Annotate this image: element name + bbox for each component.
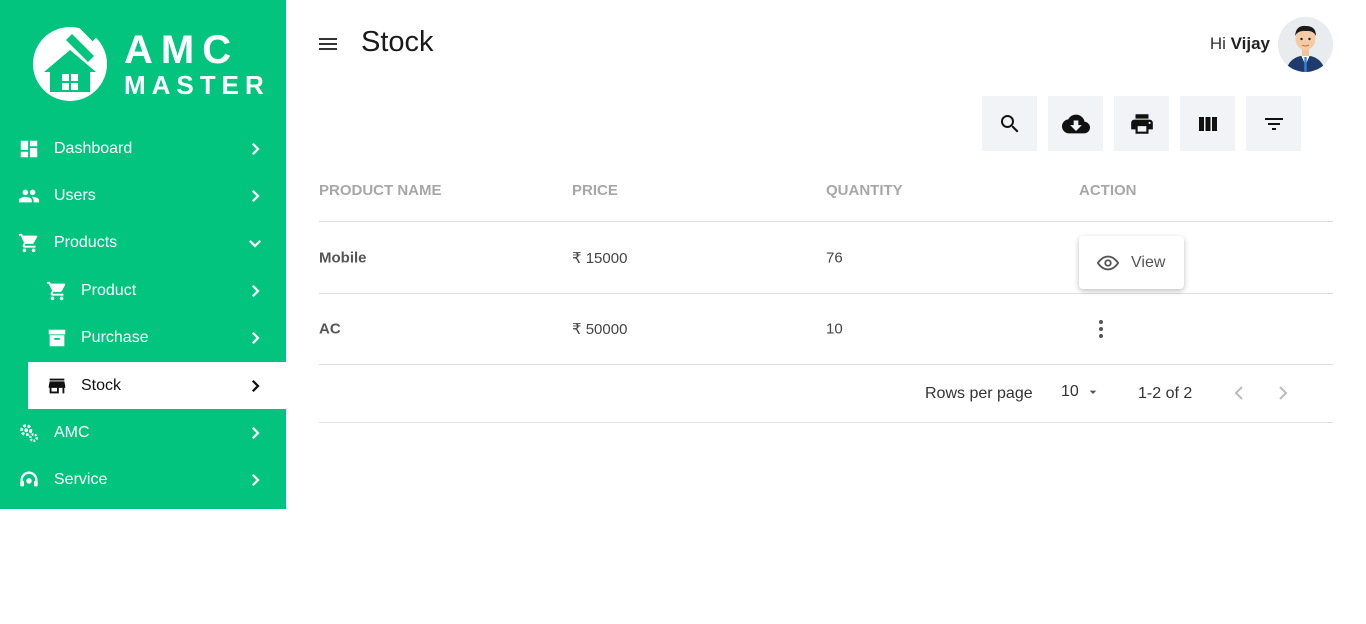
sidebar-item-amc[interactable]: AMC [0,409,286,456]
sidebar-item-label: Product [81,281,137,299]
chevron-right-icon [251,379,260,392]
user-name: Vijay [1230,34,1270,53]
table-header: PRODUCT NAME PRICE QUANTITY ACTION [319,180,1333,222]
print-button[interactable] [1114,96,1169,151]
house-hammer-logo-icon [33,22,107,101]
cart-icon [18,234,38,253]
chevron-right-icon [251,284,260,297]
sidebar-item-dashboard[interactable]: Dashboard [0,125,286,172]
headset-icon [20,472,38,487]
user-avatar-icon [1278,17,1333,72]
app-logo: AMC MASTER [32,22,264,108]
quantity-cell: 10 [826,320,843,338]
filter-icon [1264,117,1283,130]
price-cell: ₹ 15000 [572,249,628,267]
chevron-right-icon [251,190,260,203]
sidebar-item-products[interactable]: Products [0,220,286,267]
dropdown-arrow-icon [1089,390,1097,394]
sidebar: AMC MASTER Dashboard Users Products Prod… [0,0,286,509]
cloud-download-icon [1061,114,1090,133]
brand-line-2: MASTER [124,70,270,100]
column-header-action: ACTION [1079,182,1137,199]
table-row: AC ₹ 50000 10 [319,294,1333,365]
search-icon [1000,114,1018,132]
price-cell: ₹ 50000 [572,321,628,338]
previous-page-icon[interactable] [1227,381,1251,405]
rows-per-page-select[interactable]: 10 [1061,383,1101,401]
sidebar-item-label: Dashboard [54,139,133,157]
user-greeting: Hi Vijay [1210,34,1270,54]
eye-icon [1097,255,1119,270]
rows-per-page-value: 10 [1061,383,1079,400]
brand-line-1: AMC [124,28,240,72]
pagination-range: 1-2 of 2 [1138,385,1193,402]
cart-icon [46,281,66,301]
rows-per-page-label: Rows per page [925,385,1033,402]
sidebar-item-label: Purchase [81,329,149,347]
column-header-price[interactable]: PRICE [572,182,618,199]
sidebar-item-service[interactable]: Service [0,457,286,504]
columns-icon [1198,116,1217,131]
sidebar-item-label: Stock [81,376,122,394]
next-page-icon[interactable] [1271,381,1295,405]
columns-button[interactable] [1180,96,1235,151]
filter-button[interactable] [1246,96,1301,151]
product-name-cell: AC [319,320,341,338]
more-vert-icon[interactable] [1093,317,1109,341]
product-name-cell: Mobile [319,249,367,266]
avatar[interactable] [1278,17,1333,72]
sidebar-nav: Dashboard Users Products Product Purchas… [0,125,286,504]
sidebar-item-label: Products [54,234,118,252]
hamburger-menu-icon[interactable] [316,32,340,56]
sidebar-item-users[interactable]: Users [0,172,286,219]
users-icon [18,189,40,203]
store-icon [48,378,66,393]
sidebar-item-label: Users [54,187,96,205]
gears-icon [20,424,38,442]
column-header-product-name[interactable]: PRODUCT NAME [319,182,442,199]
quantity-cell: 76 [826,249,843,266]
view-action-menu-item[interactable]: View [1079,236,1184,289]
print-icon [1130,113,1153,134]
chevron-right-icon [251,426,260,440]
greeting-prefix: Hi [1209,34,1226,53]
sidebar-item-label: AMC [54,424,90,442]
sidebar-item-label: Service [54,471,108,489]
dashboard-icon [20,140,38,157]
sidebar-item-stock[interactable]: Stock [28,361,286,410]
table-pagination: Rows per page 10 1-2 of 2 [319,365,1333,423]
chevron-right-icon [251,474,260,487]
sidebar-item-product[interactable]: Product [0,267,286,314]
chevron-down-icon [248,240,262,249]
search-button[interactable] [982,96,1037,151]
page-title: Stock [361,26,434,58]
chevron-right-icon [251,142,260,155]
chevron-right-icon [251,332,260,345]
view-label: View [1131,253,1166,271]
column-header-quantity[interactable]: QUANTITY [826,182,903,199]
download-button[interactable] [1048,96,1103,151]
sidebar-item-purchase[interactable]: Purchase [0,315,286,362]
archive-icon [48,330,66,347]
table-row: Mobile ₹ 15000 76 View [319,222,1333,294]
